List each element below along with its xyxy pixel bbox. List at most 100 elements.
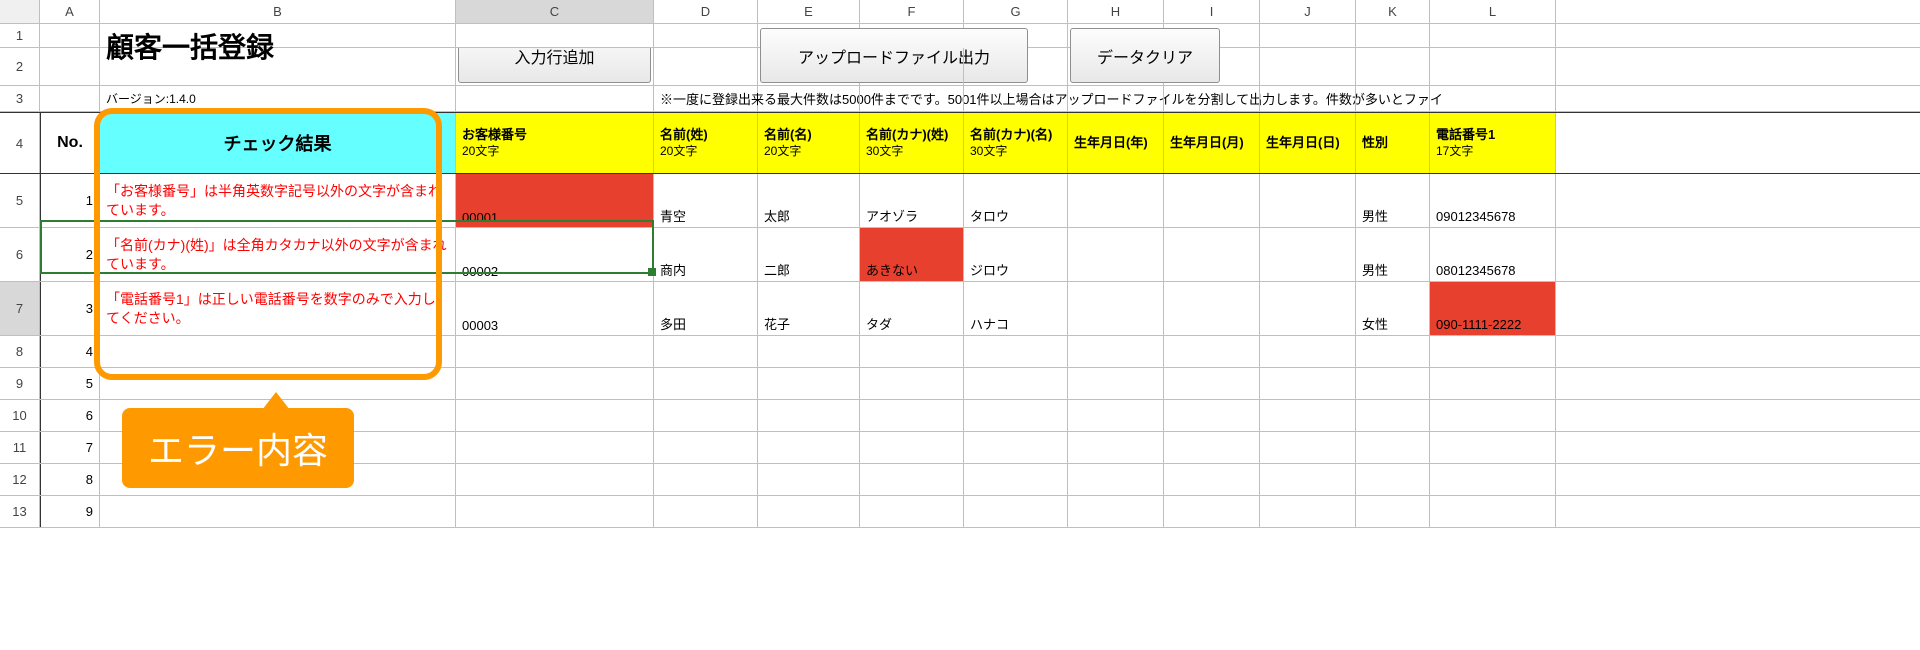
cell[interactable] (1164, 368, 1260, 399)
cell[interactable] (1260, 400, 1356, 431)
cell-bd[interactable] (1260, 228, 1356, 281)
cell[interactable] (1356, 464, 1430, 495)
cell-check[interactable] (100, 496, 456, 527)
cell[interactable] (1068, 432, 1164, 463)
cell[interactable] (456, 464, 654, 495)
cell-ksei[interactable]: アオゾラ (860, 174, 964, 227)
col-header-G[interactable]: G (964, 0, 1068, 23)
cell[interactable] (1260, 336, 1356, 367)
cell[interactable] (456, 336, 654, 367)
cell-H3[interactable] (1068, 86, 1164, 111)
cell[interactable] (860, 368, 964, 399)
cell[interactable] (1164, 336, 1260, 367)
cell-sex[interactable]: 男性 (1356, 174, 1430, 227)
cell[interactable] (1260, 368, 1356, 399)
cell[interactable] (964, 336, 1068, 367)
col-header-C[interactable]: C (456, 0, 654, 23)
col-header-E[interactable]: E (758, 0, 860, 23)
cell-sex[interactable]: 男性 (1356, 228, 1430, 281)
cell-L3[interactable] (1430, 86, 1556, 111)
cell[interactable] (654, 496, 758, 527)
cell-I2[interactable] (1164, 48, 1260, 85)
cell-C2[interactable]: 入力行追加 (456, 48, 654, 85)
cell-by[interactable] (1068, 174, 1164, 227)
cell-G3[interactable] (964, 86, 1068, 111)
cell-bm[interactable] (1164, 228, 1260, 281)
col-header-B[interactable]: B (100, 0, 456, 23)
cell-H2[interactable]: データクリア (1068, 48, 1164, 85)
cell-E2[interactable]: アップロードファイル出力 (758, 48, 860, 85)
row-header-8[interactable]: 8 (0, 336, 40, 367)
row-header-4[interactable]: 4 (0, 113, 40, 173)
cell[interactable] (654, 336, 758, 367)
cell-F2[interactable] (860, 48, 964, 85)
row-header-3[interactable]: 3 (0, 86, 40, 111)
cell[interactable] (964, 400, 1068, 431)
cell-no[interactable]: 7 (40, 432, 100, 463)
col-header-K[interactable]: K (1356, 0, 1430, 23)
cell-kmei[interactable]: ジロウ (964, 228, 1068, 281)
col-header-D[interactable]: D (654, 0, 758, 23)
cell-K3[interactable] (1356, 86, 1430, 111)
cell-E3[interactable] (758, 86, 860, 111)
cell-check[interactable]: 「お客様番号」は半角英数字記号以外の文字が含まれています。 (100, 174, 456, 227)
cell[interactable] (1356, 496, 1430, 527)
cell[interactable] (964, 464, 1068, 495)
cell-tel1[interactable]: 09012345678 (1430, 174, 1556, 227)
cell-no[interactable]: 8 (40, 464, 100, 495)
cell-no[interactable]: 2 (40, 228, 100, 281)
cell[interactable] (1430, 464, 1556, 495)
cell-I3[interactable] (1164, 86, 1260, 111)
row-header-2[interactable]: 2 (0, 48, 40, 85)
cell-sei[interactable]: 多田 (654, 282, 758, 335)
cell[interactable] (1430, 496, 1556, 527)
cell[interactable] (1068, 464, 1164, 495)
row-header-12[interactable]: 12 (0, 464, 40, 495)
row-header-1[interactable]: 1 (0, 24, 40, 47)
cell-no[interactable]: 6 (40, 400, 100, 431)
cell[interactable] (758, 368, 860, 399)
cell[interactable] (654, 464, 758, 495)
cell-mei[interactable]: 二郎 (758, 228, 860, 281)
cell[interactable] (758, 496, 860, 527)
cell-B3[interactable]: バージョン:1.4.0 (100, 86, 456, 111)
cell[interactable] (1164, 400, 1260, 431)
cell-L1[interactable] (1430, 24, 1556, 47)
cell[interactable] (1356, 368, 1430, 399)
cell-F3[interactable] (860, 86, 964, 111)
cell-L2[interactable] (1430, 48, 1556, 85)
cell-no[interactable]: 1 (40, 174, 100, 227)
cell-check[interactable] (100, 336, 456, 367)
cell-A1[interactable] (40, 24, 100, 47)
cell[interactable] (860, 432, 964, 463)
cell[interactable] (456, 368, 654, 399)
cell[interactable] (1430, 368, 1556, 399)
cell-check[interactable]: 「名前(カナ)(姓)」は全角カタカナ以外の文字が含まれています。 (100, 228, 456, 281)
cell-D3[interactable]: ※一度に登録出来る最大件数は5000件までです。5001件以上場合はアップロード… (654, 86, 758, 111)
cell[interactable] (758, 336, 860, 367)
row-header-7[interactable]: 7 (0, 282, 40, 335)
row-header-9[interactable]: 9 (0, 368, 40, 399)
cell[interactable] (860, 336, 964, 367)
col-header-I[interactable]: I (1164, 0, 1260, 23)
cell-mei[interactable]: 太郎 (758, 174, 860, 227)
cell[interactable] (456, 432, 654, 463)
col-header-H[interactable]: H (1068, 0, 1164, 23)
cell-ksei[interactable]: タダ (860, 282, 964, 335)
cell[interactable] (1068, 368, 1164, 399)
col-header-F[interactable]: F (860, 0, 964, 23)
cell-tel1[interactable]: 08012345678 (1430, 228, 1556, 281)
col-header-A[interactable]: A (40, 0, 100, 23)
cell-G2[interactable] (964, 48, 1068, 85)
cell-custno[interactable]: 00002 (456, 228, 654, 281)
cell[interactable] (654, 432, 758, 463)
row-header-10[interactable]: 10 (0, 400, 40, 431)
cell-tel1[interactable]: 090-1111-2222 (1430, 282, 1556, 335)
cell[interactable] (1430, 336, 1556, 367)
cell-J3[interactable] (1260, 86, 1356, 111)
cell-no[interactable]: 3 (40, 282, 100, 335)
cell-D1[interactable] (654, 24, 758, 47)
cell[interactable] (758, 400, 860, 431)
cell-by[interactable] (1068, 228, 1164, 281)
cell-bd[interactable] (1260, 174, 1356, 227)
